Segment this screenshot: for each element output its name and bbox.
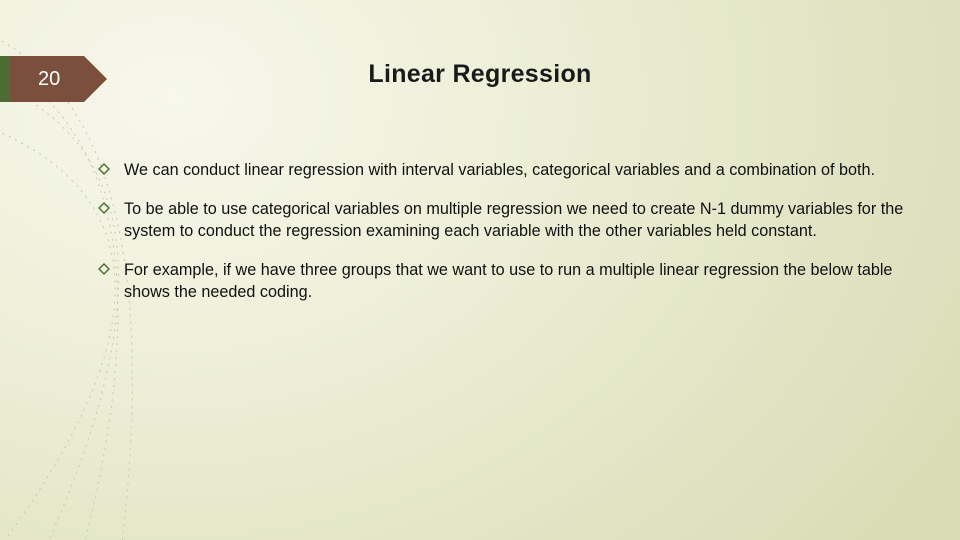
list-item: We can conduct linear regression with in… xyxy=(98,160,910,181)
list-item: To be able to use categorical variables … xyxy=(98,199,910,242)
slide-body: We can conduct linear regression with in… xyxy=(98,160,910,321)
slide: 20 Linear Regression We can conduct line… xyxy=(0,0,960,540)
slide-title: Linear Regression xyxy=(0,60,960,89)
diamond-bullet-icon xyxy=(98,263,112,303)
bullet-text: We can conduct linear regression with in… xyxy=(124,160,910,181)
list-item: For example, if we have three groups tha… xyxy=(98,260,910,303)
diamond-bullet-icon xyxy=(98,202,112,242)
bullet-text: To be able to use categorical variables … xyxy=(124,199,910,242)
bullet-text: For example, if we have three groups tha… xyxy=(124,260,910,303)
diamond-bullet-icon xyxy=(98,163,112,181)
